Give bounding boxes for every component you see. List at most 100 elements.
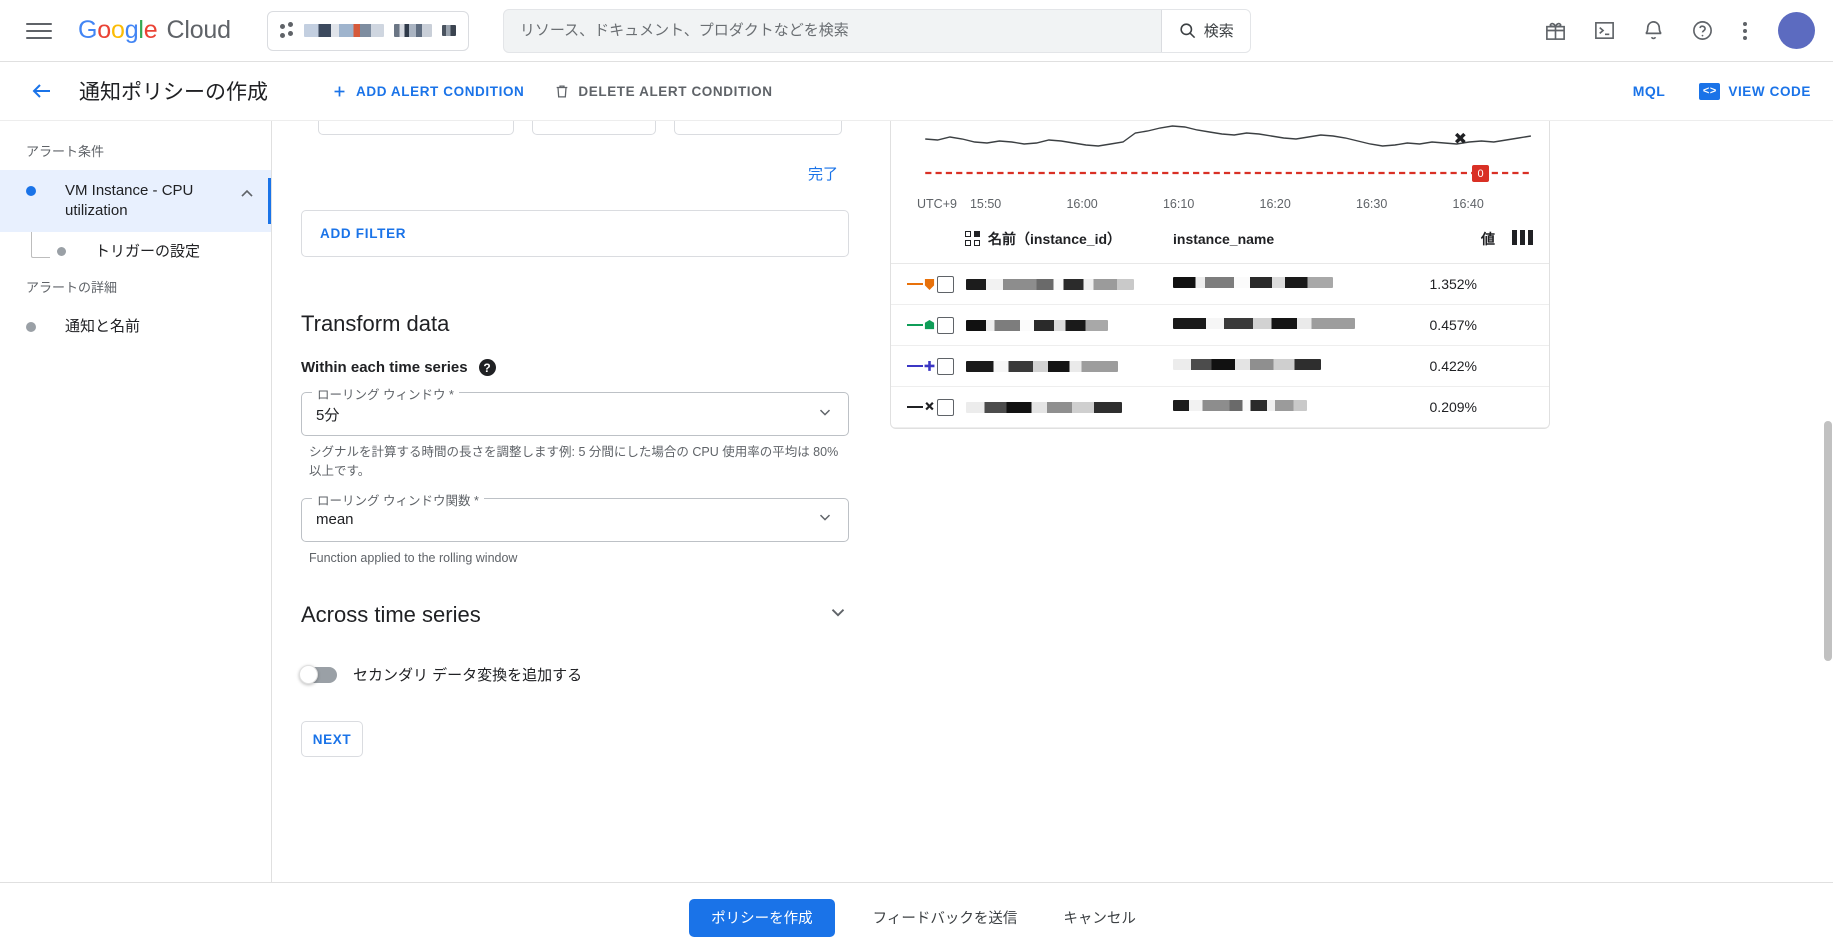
search-button[interactable]: 検索	[1160, 9, 1250, 52]
chevron-down-icon	[816, 508, 834, 531]
series-marker-cell	[891, 345, 937, 387]
instance-name-redacted	[1173, 400, 1307, 411]
add-filter-label: ADD FILTER	[320, 226, 407, 241]
project-selector[interactable]	[266, 10, 469, 51]
cloud-shell-icon[interactable]	[1588, 15, 1620, 47]
chevron-down-icon[interactable]	[827, 601, 849, 628]
column-header-name-text: 名前（instance_id）	[988, 231, 1122, 247]
chart-timezone-label: UTC+9	[917, 197, 957, 211]
next-button[interactable]: NEXT	[301, 721, 363, 758]
sub-header: 通知ポリシーの作成 ADD ALERT CONDITION DELETE ALE…	[0, 62, 1833, 120]
table-body: 1.352% 0.457% 0.422% 0.209%	[891, 263, 1549, 428]
row-checkbox[interactable]	[937, 398, 954, 416]
instance-name-redacted	[1173, 318, 1355, 329]
back-arrow-icon[interactable]	[22, 71, 62, 111]
rolling-window-value: 5分	[316, 406, 340, 424]
column-settings-button[interactable]	[1495, 215, 1549, 264]
row-spacer	[1495, 304, 1549, 346]
delete-alert-condition-button[interactable]: DELETE ALERT CONDITION	[554, 83, 772, 100]
done-link[interactable]: 完了	[808, 163, 838, 184]
row-checkbox[interactable]	[937, 316, 954, 334]
create-policy-button[interactable]: ポリシーを作成	[689, 898, 835, 937]
sidebar-item-vm-instance-cpu-utilization[interactable]: VM Instance - CPU utilization	[0, 170, 271, 232]
secondary-transform-toggle-label: セカンダリ データ変換を追加する	[353, 667, 583, 685]
add-filter-button[interactable]: ADD FILTER	[301, 210, 849, 257]
kebab-menu-icon[interactable]	[1735, 18, 1755, 44]
instance-name-redacted	[1173, 359, 1321, 370]
sidebar-item-trigger-settings[interactable]: トリガーの設定	[0, 231, 271, 272]
rolling-window-function-hint: Function applied to the rolling window	[309, 550, 518, 565]
x-tick-2: 16:10	[1162, 197, 1195, 211]
columns-icon	[1512, 230, 1533, 245]
vertical-scrollbar[interactable]	[1823, 121, 1833, 882]
plus-icon	[924, 360, 935, 371]
gift-icon[interactable]	[1539, 15, 1571, 47]
table-row[interactable]: 0.209%	[891, 386, 1549, 428]
pentagon-icon	[924, 319, 935, 329]
table-row[interactable]: 0.457%	[891, 304, 1549, 346]
status-dot-icon	[57, 246, 66, 256]
help-icon[interactable]	[1686, 15, 1718, 47]
chevron-up-icon[interactable]	[237, 181, 257, 204]
transform-data-heading: Transform data	[301, 311, 450, 336]
across-time-series-section[interactable]: Across time series	[301, 601, 849, 628]
rolling-window-function-field[interactable]: ローリング ウィンドウ関数 * mean	[301, 489, 849, 542]
footer-action-bar: ポリシーを作成 フィードバックを送信 キャンセル	[0, 882, 1833, 952]
bell-icon[interactable]	[1637, 15, 1669, 47]
column-header-name[interactable]: 名前（instance_id）	[891, 215, 1173, 264]
secondary-transform-toggle-row[interactable]: セカンダリ データ変換を追加する	[299, 664, 872, 685]
search-icon	[1180, 23, 1195, 39]
series-color-marker	[907, 401, 937, 414]
filter-chip-1[interactable]	[318, 121, 514, 135]
instance-id-redacted	[966, 319, 1108, 331]
series-name-cell	[937, 263, 1173, 305]
secondary-transform-toggle[interactable]	[299, 664, 337, 684]
hamburger-menu-icon[interactable]	[22, 14, 56, 48]
view-code-button[interactable]: <> VIEW CODE	[1699, 82, 1811, 100]
rolling-window-function-label: ローリング ウィンドウ関数 *	[312, 489, 484, 509]
delete-alert-condition-label: DELETE ALERT CONDITION	[578, 83, 773, 99]
done-row: 完了	[298, 135, 872, 184]
top-bar: Google Cloud 検索	[0, 0, 1833, 62]
series-name-cell	[937, 345, 1173, 387]
rolling-window-function-value: mean	[316, 511, 354, 529]
sidebar-item-notifications-and-name[interactable]: 通知と名前	[0, 306, 271, 348]
row-checkbox[interactable]	[937, 357, 954, 375]
instance-name-redacted	[1173, 277, 1333, 288]
rolling-window-field[interactable]: ローリング ウィンドウ * 5分	[301, 384, 849, 436]
chevron-down-icon	[816, 403, 834, 426]
cancel-button[interactable]: キャンセル	[1055, 907, 1144, 928]
row-spacer	[1495, 263, 1549, 305]
code-icon: <>	[1699, 82, 1721, 100]
series-color-marker	[907, 360, 937, 373]
series-color-marker	[907, 278, 937, 291]
table-row[interactable]: 1.352%	[891, 263, 1549, 305]
avatar[interactable]	[1778, 12, 1815, 49]
preview-card: ✖ 0 UTC+9 15:50 16:00 16:10 16:20 16:30 …	[890, 121, 1550, 429]
select-columns-icon[interactable]	[965, 231, 980, 246]
x-tick-3: 16:20	[1259, 197, 1291, 211]
instance-id-redacted	[966, 360, 1118, 372]
view-code-label: VIEW CODE	[1728, 83, 1811, 99]
rolling-window-label: ローリング ウィンドウ *	[312, 384, 459, 403]
search-input[interactable]	[503, 9, 1161, 52]
help-circle-icon[interactable]: ?	[478, 359, 496, 376]
scrollbar-thumb[interactable]	[1824, 421, 1832, 661]
search-bar[interactable]: 検索	[502, 8, 1251, 53]
close-icon[interactable]: ✖	[1454, 129, 1467, 149]
column-header-instance-name[interactable]: instance_name	[1173, 215, 1403, 264]
google-cloud-logo[interactable]: Google Cloud	[78, 16, 231, 45]
add-alert-condition-button[interactable]: ADD ALERT CONDITION	[331, 83, 524, 100]
sidebar-section-alert-details: アラートの詳細	[26, 280, 118, 296]
table-row[interactable]: 0.422%	[891, 345, 1549, 387]
brand-cloud-text: Cloud	[166, 16, 231, 44]
send-feedback-button[interactable]: フィードバックを送信	[865, 907, 1026, 928]
mql-button[interactable]: MQL	[1633, 83, 1666, 99]
chart-x-axis: UTC+9 15:50 16:00 16:10 16:20 16:30 16:4…	[891, 193, 1549, 215]
column-header-value[interactable]: 値	[1403, 215, 1495, 264]
series-marker-cell	[891, 304, 937, 346]
filter-chip-2[interactable]	[532, 121, 656, 135]
row-checkbox[interactable]	[937, 275, 954, 293]
filter-chip-3[interactable]	[674, 121, 842, 135]
instance-name-cell	[1173, 263, 1403, 305]
